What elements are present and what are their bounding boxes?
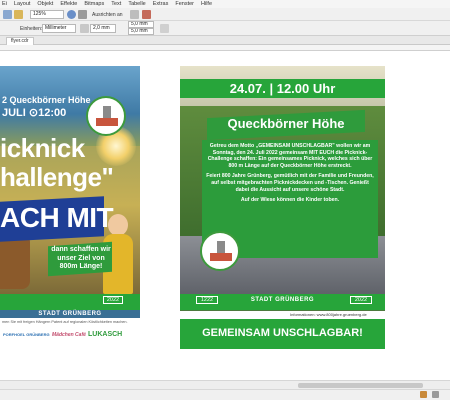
challenge-text: dann schaffen wir unser Ziel von 800m Lä…	[51, 246, 111, 270]
info-text: Informationen: www.800jahre.gruenberg.de	[290, 312, 367, 317]
menu-item-fenster[interactable]: Fenster	[175, 1, 194, 7]
menu-bar: Ei Layout Objekt Effekte Bitmaps Text Ta…	[0, 0, 450, 8]
document-tab-bar: flyer.cdr	[0, 36, 450, 45]
banner-text: ACH MIT	[0, 202, 114, 233]
poster-note: men Sie mit freigen Hängern Patent auf r…	[2, 320, 128, 324]
settings-icon[interactable]	[130, 10, 139, 19]
zoom-icon[interactable]	[67, 10, 76, 19]
snap-icon[interactable]	[160, 24, 169, 33]
outline-icon[interactable]	[432, 391, 439, 398]
scrollbar-thumb[interactable]	[298, 383, 423, 388]
align-to-label[interactable]: Ausrichten an	[92, 12, 123, 18]
menu-item-ei[interactable]: Ei	[2, 1, 7, 7]
menu-item-tabelle[interactable]: Tabelle	[128, 1, 145, 7]
options-icon[interactable]	[142, 10, 151, 19]
picnic-basket-image	[0, 234, 30, 289]
property-bar: Einheiten: Millimeter 2,0 mm 5,0 mm 5,0 …	[0, 21, 450, 36]
new-document-icon[interactable]	[3, 10, 12, 19]
zoom-combo[interactable]: 125%	[30, 10, 64, 19]
sponsor-3: LUKASCH	[88, 331, 123, 338]
poster-right[interactable]: 24.07. | 12.00 Uhr Queckbörner Höhe Getr…	[180, 66, 385, 349]
poster-title-line2: hallenge"	[0, 162, 114, 192]
units-label: Einheiten:	[20, 26, 43, 32]
menu-item-hilfe[interactable]: Hilfe	[201, 1, 212, 7]
year-badge: 2022	[103, 296, 123, 304]
standard-toolbar: 125% Ausrichten an	[0, 8, 450, 21]
poster-left[interactable]: 2 Queckbörner Höhe JULI ⊙12:00 icknick h…	[0, 66, 140, 349]
sponsor-1: PORFHOEL GRÜNBERG	[3, 332, 50, 337]
tab-document[interactable]: flyer.cdr	[6, 37, 34, 45]
status-bar	[0, 389, 450, 400]
full-screen-icon[interactable]	[78, 10, 87, 19]
horizontal-scrollbar[interactable]	[0, 380, 450, 389]
units-select[interactable]: Millimeter	[42, 24, 76, 33]
nudge-input[interactable]: 2,0 mm	[90, 24, 116, 33]
menu-item-objekt[interactable]: Objekt	[37, 1, 53, 7]
drawing-canvas[interactable]: 2 Queckbörner Höhe JULI ⊙12:00 icknick h…	[0, 51, 450, 380]
menu-item-extras[interactable]: Extras	[153, 1, 169, 7]
nudge-icon	[80, 24, 89, 33]
anniversary-logo	[200, 231, 240, 271]
duplicate-y-input[interactable]: 5,0 mm	[128, 28, 154, 35]
year-badge-right: 2022	[350, 296, 372, 304]
open-icon[interactable]	[14, 10, 23, 19]
duplicate-x-input[interactable]: 5,0 mm	[128, 21, 154, 28]
sponsor-2: Mädchen Café	[52, 332, 86, 338]
city-name: STADT GRÜNBERG	[38, 311, 102, 317]
poster-title-line1: icknick	[0, 133, 85, 163]
poster-title: Queckbörner Höhe	[227, 116, 345, 131]
menu-item-bitmaps[interactable]: Bitmaps	[84, 1, 104, 7]
menu-item-effekte[interactable]: Effekte	[60, 1, 77, 7]
body-paragraph-1: Getreu dem Motto „GEMEINSAM UNSCHLAGBAR"…	[207, 143, 373, 169]
poster-date-text: JULI ⊙12:00	[2, 107, 67, 119]
menu-item-layout[interactable]: Layout	[14, 1, 31, 7]
anniversary-logo	[86, 96, 126, 136]
date-banner-text: 24.07. | 12.00 Uhr	[229, 81, 336, 96]
poster-location-text: 2 Queckbörner Höhe	[2, 95, 91, 105]
menu-item-text[interactable]: Text	[111, 1, 121, 7]
body-text: Getreu dem Motto „GEMEINSAM UNSCHLAGBAR"…	[206, 143, 374, 204]
fill-icon[interactable]	[420, 391, 427, 398]
body-paragraph-3: Auf der Wiese können die Kinder toben.	[240, 197, 340, 204]
body-paragraph-2: Feiert 800 Jahre Grünberg, gemütlich mit…	[206, 173, 374, 193]
slogan-text: GEMEINSAM UNSCHLAGBAR!	[202, 327, 363, 339]
